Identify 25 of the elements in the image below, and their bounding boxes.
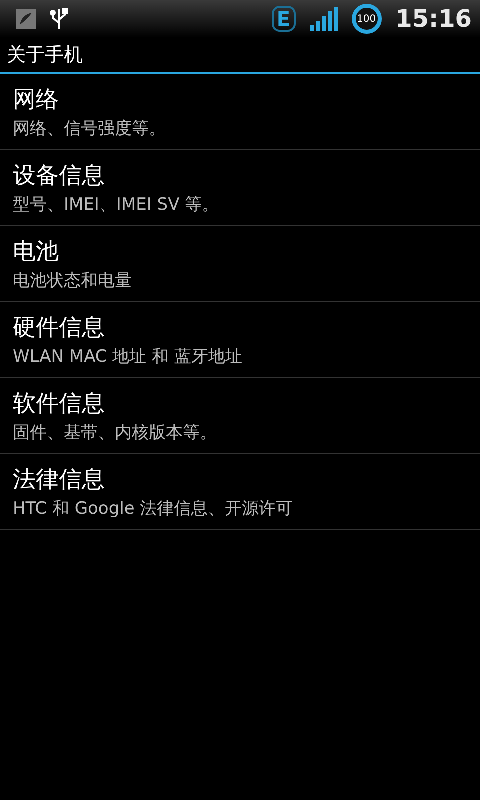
screen-title: 关于手机 xyxy=(7,43,83,68)
signal-icon xyxy=(310,7,338,31)
item-title: 网络 xyxy=(13,86,59,115)
item-subtitle: WLAN MAC 地址 和 蓝牙地址 xyxy=(13,346,242,368)
item-title: 软件信息 xyxy=(13,390,105,419)
network-type-icon: E xyxy=(272,6,296,32)
battery-indicator: 100 xyxy=(352,4,382,34)
item-title: 硬件信息 xyxy=(13,314,105,343)
status-time: 15:16 xyxy=(396,5,472,33)
item-title: 设备信息 xyxy=(13,162,105,191)
notification-icon xyxy=(16,9,36,29)
item-title: 法律信息 xyxy=(13,466,105,495)
settings-item[interactable]: 电池 电池状态和电量 xyxy=(0,226,480,302)
settings-item[interactable]: 软件信息 固件、基带、内核版本等。 xyxy=(0,378,480,454)
usb-icon xyxy=(50,7,68,31)
settings-item[interactable]: 硬件信息 WLAN MAC 地址 和 蓝牙地址 xyxy=(0,302,480,378)
item-subtitle: 固件、基带、内核版本等。 xyxy=(13,422,217,444)
item-subtitle: HTC 和 Google 法律信息、开源许可 xyxy=(13,498,294,520)
item-subtitle: 网络、信号强度等。 xyxy=(13,118,166,140)
settings-item[interactable]: 设备信息 型号、IMEI、IMEI SV 等。 xyxy=(0,150,480,226)
item-title: 电池 xyxy=(13,238,59,267)
settings-item[interactable]: 法律信息 HTC 和 Google 法律信息、开源许可 xyxy=(0,454,480,530)
item-subtitle: 电池状态和电量 xyxy=(13,270,132,292)
item-subtitle: 型号、IMEI、IMEI SV 等。 xyxy=(13,194,220,216)
settings-item[interactable]: 网络 网络、信号强度等。 xyxy=(0,74,480,150)
